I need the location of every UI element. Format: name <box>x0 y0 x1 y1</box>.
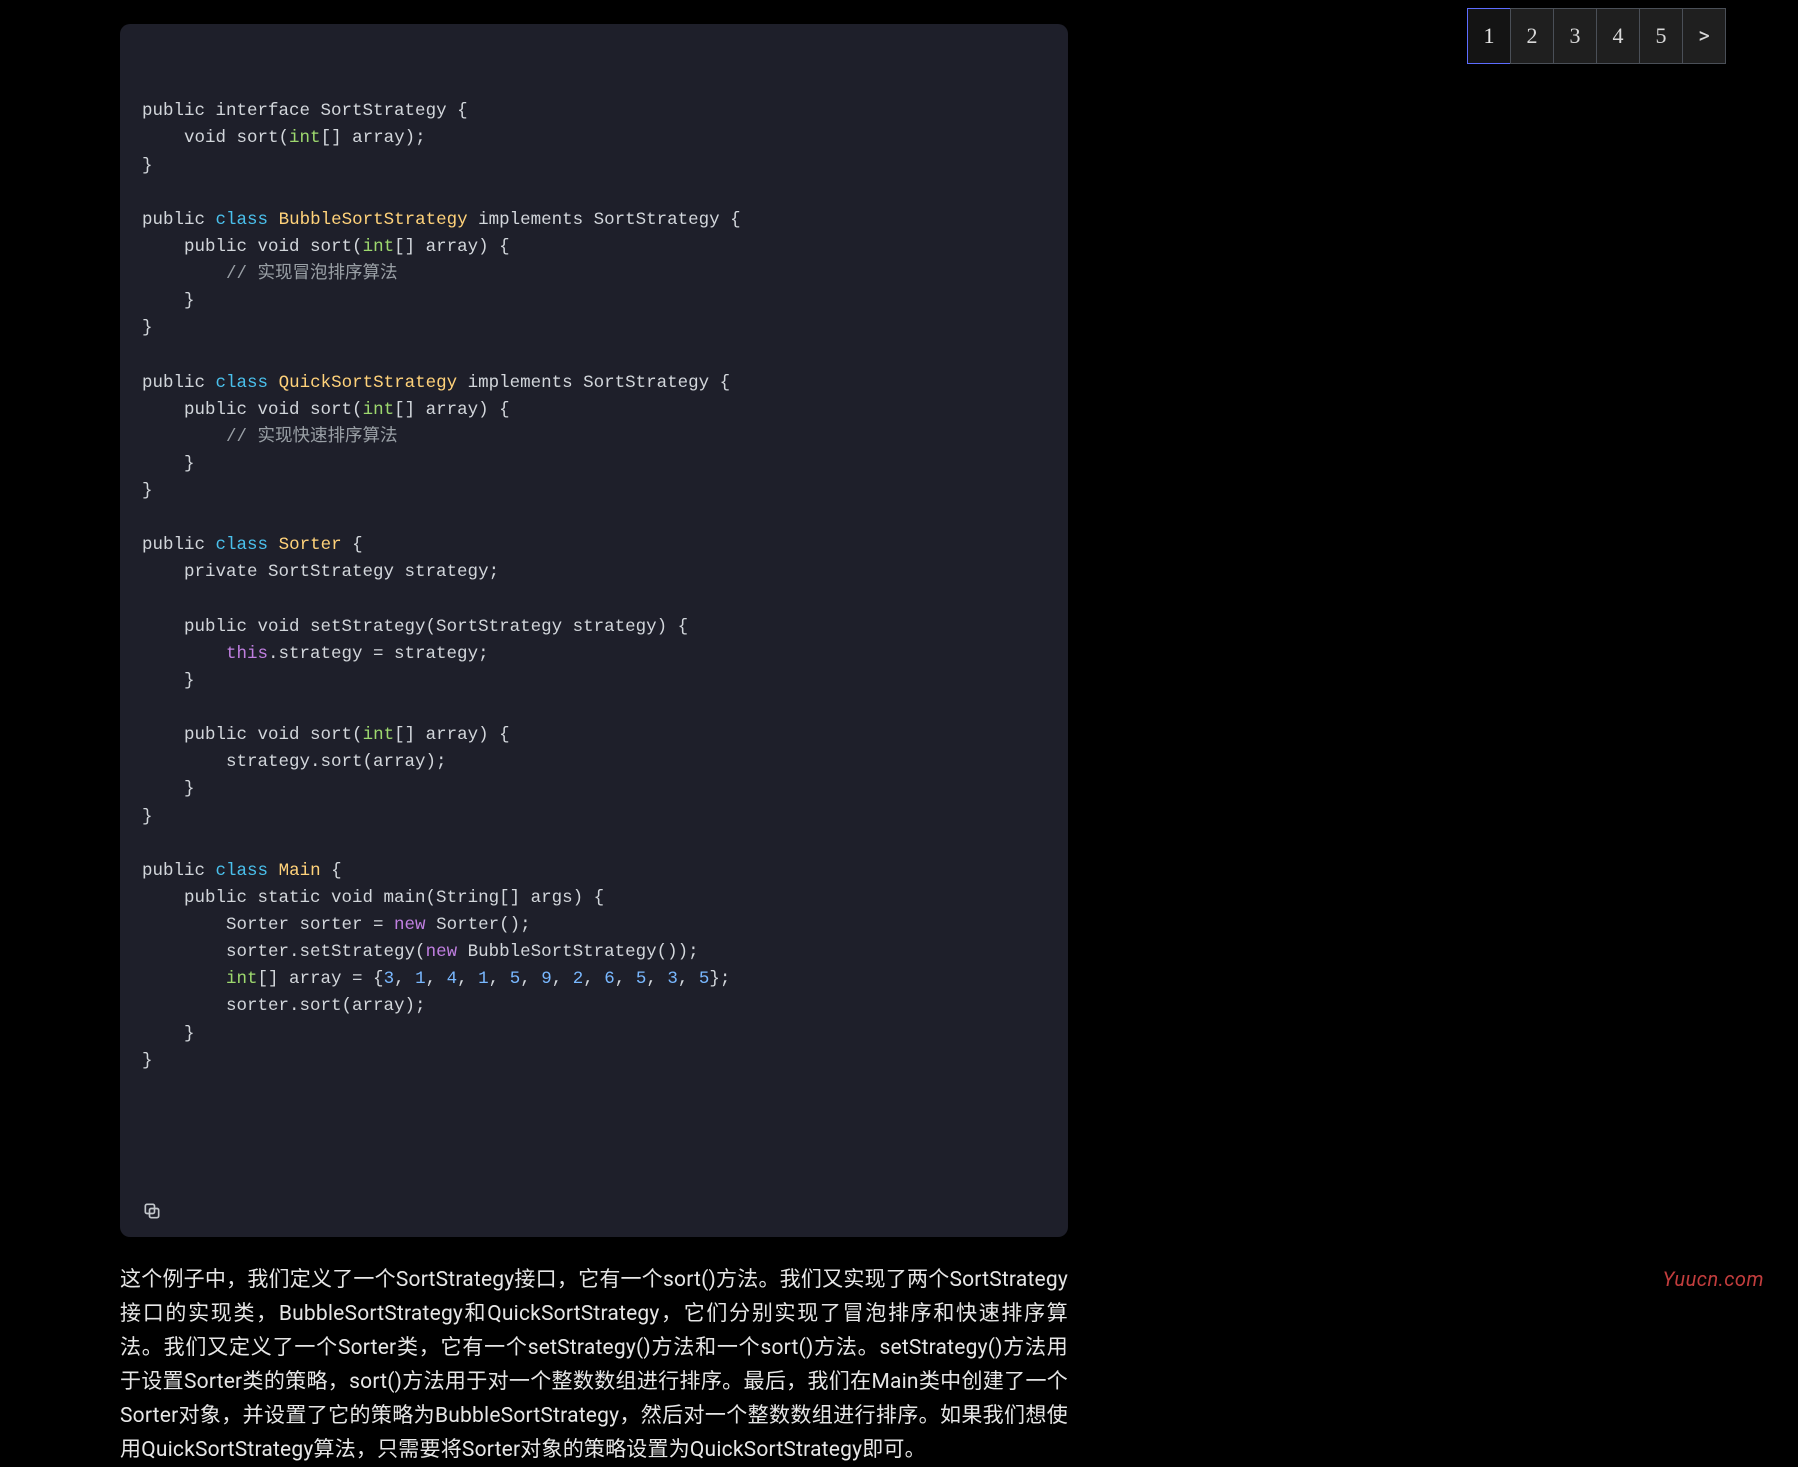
pager: 12345> <box>1467 8 1726 64</box>
code-line: } <box>142 1048 1046 1075</box>
code-line: public interface SortStrategy { <box>142 98 1046 125</box>
code-line: public class Sorter { <box>142 532 1046 559</box>
code-line: } <box>142 776 1046 803</box>
pager-page-3[interactable]: 3 <box>1553 8 1597 64</box>
code-block: public interface SortStrategy { void sor… <box>120 24 1068 1237</box>
code-line: sorter.sort(array); <box>142 993 1046 1020</box>
code-line: public class BubbleSortStrategy implemen… <box>142 207 1046 234</box>
code-line <box>142 587 1046 614</box>
code-line <box>142 505 1046 532</box>
watermark: Yuucn.com <box>1663 1267 1764 1291</box>
code-line: private SortStrategy strategy; <box>142 559 1046 586</box>
pager-page-4[interactable]: 4 <box>1596 8 1640 64</box>
code-line: } <box>142 288 1046 315</box>
code-line: public static void main(String[] args) { <box>142 885 1046 912</box>
code-line: void sort(int[] array); <box>142 125 1046 152</box>
code-line: sorter.setStrategy(new BubbleSortStrateg… <box>142 939 1046 966</box>
code-line: // 实现冒泡排序算法 <box>142 261 1046 288</box>
code-line: public void setStrategy(SortStrategy str… <box>142 614 1046 641</box>
code-line: Sorter sorter = new Sorter(); <box>142 912 1046 939</box>
code-line: } <box>142 668 1046 695</box>
code-line: public void sort(int[] array) { <box>142 722 1046 749</box>
code-line: public void sort(int[] array) { <box>142 397 1046 424</box>
code-line: } <box>142 478 1046 505</box>
code-line: } <box>142 804 1046 831</box>
code-line: } <box>142 451 1046 478</box>
code-line: this.strategy = strategy; <box>142 641 1046 668</box>
code-line: // 实现快速排序算法 <box>142 424 1046 451</box>
pager-page-5[interactable]: 5 <box>1639 8 1683 64</box>
code-line: public void sort(int[] array) { <box>142 234 1046 261</box>
code-line: } <box>142 153 1046 180</box>
code-line: public class QuickSortStrategy implement… <box>142 370 1046 397</box>
code-line <box>142 695 1046 722</box>
code-line <box>142 831 1046 858</box>
pager-page-2[interactable]: 2 <box>1510 8 1554 64</box>
code-line: strategy.sort(array); <box>142 749 1046 776</box>
copy-icon[interactable] <box>142 1147 162 1167</box>
code-line: } <box>142 1021 1046 1048</box>
pager-next[interactable]: > <box>1682 8 1726 64</box>
code-line: public class Main { <box>142 858 1046 885</box>
code-line <box>142 342 1046 369</box>
code-line <box>142 180 1046 207</box>
explanation-text: 这个例子中，我们定义了一个SortStrategy接口，它有一个sort()方法… <box>120 1263 1068 1467</box>
code-line: int[] array = {3, 1, 4, 1, 5, 9, 2, 6, 5… <box>142 966 1046 993</box>
pager-page-1[interactable]: 1 <box>1467 8 1511 64</box>
code-line: } <box>142 315 1046 342</box>
